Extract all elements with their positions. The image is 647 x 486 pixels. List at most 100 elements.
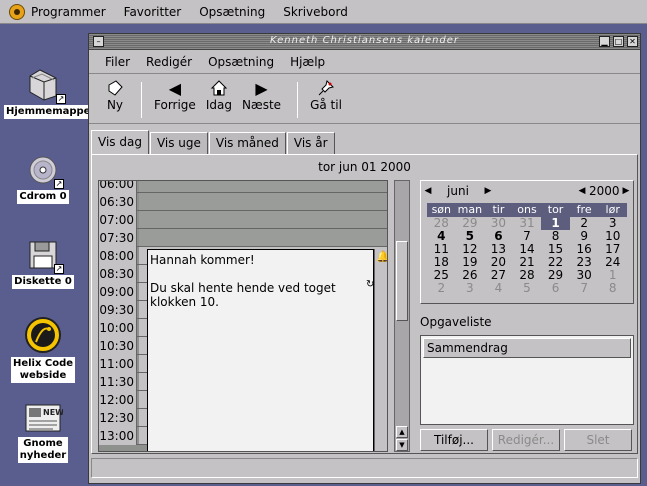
time-slot[interactable] (139, 211, 387, 228)
panel-menu-settings[interactable]: Opsætning (190, 0, 274, 24)
next-button[interactable]: ▶ Næste (242, 78, 281, 113)
hour-label: 11:30 (99, 373, 137, 391)
tab-month[interactable]: Vis måned (208, 132, 286, 154)
calendar-day[interactable]: 4 (484, 282, 513, 295)
edit-task-button[interactable]: Redigér... (492, 429, 560, 451)
floppy-icon: ↗ (28, 240, 64, 274)
toolbar-separator (141, 82, 142, 118)
weekday-label: man (457, 203, 483, 216)
gnome-foot-icon (9, 3, 25, 20)
hour-label: 07:30 (99, 229, 137, 247)
mini-calendar: ◀ juni ▶ ◀ 2000 ▶ søn man tir ons tor fre lør … (420, 180, 634, 304)
maximize-button[interactable]: □ (613, 36, 624, 47)
desktop-icon-cdrom[interactable]: ↗ Cdrom 0 (4, 155, 82, 204)
hour-label: 09:00 (99, 283, 137, 301)
desktop-icon-gnome-news[interactable]: NEWS Gnomenyheder (4, 402, 82, 463)
folder-icon: ↗ (26, 66, 66, 104)
panel-menu-favorites[interactable]: Favoritter (115, 0, 191, 24)
hour-label: 06:30 (99, 193, 137, 211)
gnome-panel: Programmer Favoritter Opsætning Skrivebo… (0, 0, 647, 24)
weekday-label: ons (517, 203, 537, 216)
calendar-day[interactable]: 7 (570, 282, 599, 295)
today-button[interactable]: Idag (206, 78, 232, 112)
next-month-icon[interactable]: ▶ (481, 186, 495, 196)
day-view: 06:00 06:30 07:00 07:30 08:00 08:30 09:00 09:30… (98, 180, 388, 452)
calendar-day[interactable]: 6 (541, 282, 570, 295)
event-box[interactable]: Hannah kommer! Du skal hente hende ved t… (147, 249, 374, 451)
scrollbar-thumb[interactable] (396, 241, 408, 321)
day-view-panel: tor jun 01 2000 06:00 06:30 07:00 07:30 08:0… (91, 154, 638, 454)
tab-year[interactable]: Vis år (286, 132, 335, 154)
weekday-label: lør (605, 203, 620, 216)
minical-month: juni (447, 184, 469, 198)
hour-label: 12:00 (99, 391, 137, 409)
menu-help[interactable]: Hjælp (282, 55, 333, 69)
hour-row[interactable]: 06:30 (99, 193, 387, 211)
add-task-button[interactable]: Tilføj... (420, 429, 488, 451)
task-list-label: Opgaveliste (420, 315, 492, 329)
hour-row[interactable]: 07:00 (99, 211, 387, 229)
helix-code-icon (24, 316, 62, 354)
hour-row[interactable]: 06:00 (99, 181, 387, 193)
goto-button[interactable]: Gå til (310, 78, 342, 112)
task-summary-column[interactable]: Sammendrag (423, 338, 631, 358)
time-slot[interactable] (139, 181, 387, 192)
window-title: Kenneth Christiansens kalender (269, 35, 460, 46)
cdrom-icon: ↗ (28, 155, 64, 189)
prev-month-icon[interactable]: ◀ (421, 186, 435, 196)
hour-label: 06:00 (99, 181, 137, 193)
desktop-icon-home[interactable]: ↗ Hjemmemappe (4, 66, 93, 119)
hour-label: 13:00 (99, 427, 137, 445)
weekday-label: tir (492, 203, 505, 216)
time-slot[interactable] (139, 229, 387, 246)
tab-week[interactable]: Vis uge (149, 132, 208, 154)
hour-label: 12:30 (99, 409, 137, 427)
status-bar (91, 458, 638, 478)
hour-label: 10:00 (99, 319, 137, 337)
date-heading: tor jun 01 2000 (318, 160, 411, 174)
event-side-strip (374, 249, 387, 451)
menu-file[interactable]: Filer (97, 55, 138, 69)
toolbar-separator (297, 82, 299, 118)
desktop-icon-floppy[interactable]: ↗ Diskette 0 (4, 240, 82, 289)
previous-button[interactable]: ◀ Forrige (154, 78, 196, 113)
hour-row[interactable]: 07:30 (99, 229, 387, 247)
calendar-day[interactable]: 3 (456, 282, 485, 295)
menu-settings[interactable]: Opsætning (200, 55, 282, 69)
weekday-label: tor (547, 203, 564, 216)
desktop-icon-helix[interactable]: Helix Code webside (4, 316, 82, 383)
calendar-day[interactable]: 5 (513, 282, 542, 295)
minimize-button[interactable]: ▁ (599, 36, 610, 47)
panel-menu-programs[interactable]: Programmer (0, 0, 115, 24)
calendar-day[interactable]: 8 (598, 282, 627, 295)
alarm-bell-icon: 🔔 (376, 250, 387, 263)
home-icon (209, 78, 229, 98)
prev-year-icon[interactable]: ◀ (575, 186, 589, 196)
close-button[interactable]: ✕ (627, 36, 638, 47)
scroll-up-icon[interactable]: ▲ (396, 426, 408, 438)
svg-text:NEWS: NEWS (43, 408, 63, 417)
menu-edit[interactable]: Redigér (138, 55, 200, 69)
window-titlebar[interactable]: – Kenneth Christiansens kalender ▁ □ ✕ (89, 34, 640, 50)
toolbar: Ny ◀ Forrige Idag ▶ Næste Gå til (89, 74, 640, 124)
day-view-scrollbar[interactable]: ▲ ▼ (394, 180, 410, 452)
time-slot[interactable] (139, 193, 387, 210)
weekday-label: fre (576, 203, 592, 216)
newspaper-icon: NEWS (23, 402, 70, 434)
hour-label: 11:00 (99, 355, 137, 373)
task-list[interactable]: Sammendrag (420, 335, 634, 425)
hour-label: 08:00 (99, 247, 137, 265)
new-page-icon (105, 78, 125, 98)
calendar-day[interactable]: 2 (427, 282, 456, 295)
scroll-down-icon[interactable]: ▼ (396, 439, 408, 451)
delete-task-button[interactable]: Slet (564, 429, 632, 451)
panel-menu-desktop[interactable]: Skrivebord (274, 0, 357, 24)
minical-year: 2000 (589, 184, 620, 198)
view-tabs: Vis dag Vis uge Vis måned Vis år (91, 130, 336, 154)
tab-day[interactable]: Vis dag (91, 130, 149, 154)
menubar: Filer Redigér Opsætning Hjælp (89, 50, 640, 74)
new-button[interactable]: Ny (105, 78, 125, 112)
event-title: Hannah kommer! (150, 253, 255, 267)
day-grid: 28 29 30 31 1 2 3 4 5 6 7 8 9 10 11 12 13 14 15 16 17 18 19 20 2… (427, 217, 627, 295)
next-year-icon[interactable]: ▶ (619, 186, 633, 196)
